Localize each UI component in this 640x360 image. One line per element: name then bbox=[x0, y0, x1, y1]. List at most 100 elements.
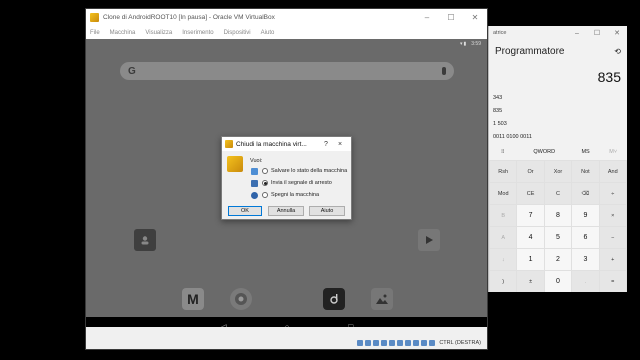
key-not[interactable]: Not bbox=[572, 161, 599, 182]
key-hex-a[interactable]: A bbox=[490, 227, 517, 248]
key-subtract[interactable]: − bbox=[599, 227, 626, 248]
calculator-title: atrice bbox=[493, 30, 507, 36]
close-icon[interactable]: × bbox=[333, 141, 347, 148]
close-icon[interactable]: ✕ bbox=[607, 29, 627, 37]
radio-save-state[interactable] bbox=[262, 168, 268, 174]
mic-icon[interactable] bbox=[442, 67, 446, 75]
shutdown-signal-icon bbox=[251, 179, 258, 187]
recording-icon[interactable] bbox=[413, 340, 420, 346]
desktop: Clone di AndroidROOT10 [In pausa] - Orac… bbox=[0, 0, 640, 360]
key-add[interactable]: + bbox=[599, 249, 626, 270]
menu-devices[interactable]: Dispositivi bbox=[224, 30, 251, 36]
music-app-icon[interactable] bbox=[323, 288, 345, 310]
maximize-icon[interactable]: ☐ bbox=[439, 9, 463, 26]
option-power-off[interactable]: Spegni la macchina bbox=[251, 190, 319, 200]
optical-drive-icon[interactable] bbox=[365, 340, 372, 346]
radio-shutdown-signal[interactable] bbox=[262, 180, 268, 186]
display-icon[interactable] bbox=[405, 340, 412, 346]
contacts-app-icon[interactable] bbox=[134, 229, 156, 251]
memory-button[interactable]: M˅ bbox=[599, 149, 627, 155]
virtualbox-app-icon bbox=[225, 140, 233, 148]
key-negate[interactable]: ± bbox=[517, 271, 544, 292]
mode-title: Programmatore bbox=[495, 45, 565, 57]
audio-icon[interactable] bbox=[373, 340, 380, 346]
menu-view[interactable]: Visualizza bbox=[145, 30, 172, 36]
mouse-integration-icon[interactable] bbox=[429, 340, 436, 346]
help-icon[interactable]: ? bbox=[319, 141, 333, 148]
key-c[interactable]: C bbox=[544, 183, 572, 204]
key-decimal[interactable]: . bbox=[572, 271, 599, 292]
play-store-app-icon[interactable] bbox=[418, 229, 440, 251]
gmail-app-icon[interactable]: M bbox=[182, 288, 204, 310]
photos-app-icon[interactable] bbox=[371, 288, 393, 310]
chrome-app-icon[interactable] bbox=[230, 288, 252, 310]
radix-hex-value[interactable]: 343 bbox=[493, 92, 627, 105]
menu-input[interactable]: Inserimento bbox=[182, 30, 213, 36]
dialog-body: Vuoi: Salvare lo stato della macchina In… bbox=[222, 151, 351, 221]
key-xor[interactable]: Xor bbox=[544, 161, 572, 182]
radix-dec-value[interactable]: 835 bbox=[493, 105, 627, 118]
key-7[interactable]: 7 bbox=[517, 205, 544, 226]
minimize-icon[interactable]: – bbox=[567, 30, 587, 37]
recents-icon[interactable]: □ bbox=[348, 322, 353, 327]
help-button[interactable]: Aiuto bbox=[309, 206, 345, 216]
key-divide[interactable]: ÷ bbox=[599, 183, 626, 204]
key-and[interactable]: And bbox=[599, 161, 626, 182]
dialog-titlebar: Chiudi la macchina virt... ? × bbox=[222, 137, 351, 151]
key-5[interactable]: 5 bbox=[544, 227, 572, 248]
menu-machine[interactable]: Macchina bbox=[110, 30, 136, 36]
calculator-display: 835 bbox=[489, 62, 627, 92]
maximize-icon[interactable]: ☐ bbox=[587, 29, 607, 37]
calculator-window: atrice – ☐ ✕ Programmatore ⟲ 835 343 835… bbox=[488, 26, 627, 292]
hdd-icon[interactable] bbox=[357, 340, 364, 346]
key-equals[interactable]: = bbox=[599, 271, 626, 292]
vbox-statusbar: CTRL (DESTRA) bbox=[86, 337, 487, 349]
back-icon[interactable]: ◁ bbox=[220, 322, 227, 328]
cpu-icon[interactable] bbox=[421, 340, 428, 346]
menu-file[interactable]: File bbox=[90, 30, 100, 36]
ok-button[interactable]: OK bbox=[228, 206, 262, 216]
key-2[interactable]: 2 bbox=[544, 249, 572, 270]
key-8[interactable]: 8 bbox=[544, 205, 572, 226]
host-key-label: CTRL (DESTRA) bbox=[439, 340, 481, 346]
key-6[interactable]: 6 bbox=[572, 227, 599, 248]
key-1[interactable]: 1 bbox=[517, 249, 544, 270]
key-hex-b[interactable]: B bbox=[490, 205, 517, 226]
word-size-button[interactable]: QWORD bbox=[517, 149, 572, 155]
google-search-bar[interactable]: G bbox=[120, 62, 454, 80]
key-ce[interactable]: CE bbox=[517, 183, 544, 204]
option-save-state-label: Salvare lo stato della macchina bbox=[271, 168, 348, 174]
key-shift[interactable]: ↓ bbox=[490, 249, 517, 270]
key-close-paren[interactable]: ) bbox=[490, 271, 517, 292]
memory-store-button[interactable]: MS bbox=[572, 149, 600, 155]
home-icon[interactable]: ○ bbox=[285, 322, 290, 327]
network-icon[interactable] bbox=[381, 340, 388, 346]
key-4[interactable]: 4 bbox=[517, 227, 544, 248]
bit-toggle-icon[interactable]: ⁞⁞ bbox=[489, 149, 517, 155]
vbox-window-title: Clone di AndroidROOT10 [In pausa] - Orac… bbox=[103, 14, 275, 21]
history-icon[interactable]: ⟲ bbox=[614, 47, 621, 56]
key-multiply[interactable]: × bbox=[599, 205, 626, 226]
menu-help[interactable]: Aiuto bbox=[261, 30, 275, 36]
option-save-state[interactable]: Salvare lo stato della macchina bbox=[251, 166, 347, 176]
radix-bin-value[interactable]: 0011 0100 0011 bbox=[493, 131, 627, 144]
option-shutdown-signal-label: Invia il segnale di arresto bbox=[271, 180, 332, 186]
shared-folders-icon[interactable] bbox=[397, 340, 404, 346]
close-icon[interactable]: ✕ bbox=[463, 9, 487, 26]
android-status-bar: ▾▮ 3:59 bbox=[86, 39, 487, 48]
option-shutdown-signal[interactable]: Invia il segnale di arresto bbox=[251, 178, 332, 188]
key-rsh[interactable]: Rsh bbox=[490, 161, 517, 182]
key-3[interactable]: 3 bbox=[572, 249, 599, 270]
dialog-title: Chiudi la macchina virt... bbox=[236, 140, 307, 148]
key-mod[interactable]: Mod bbox=[490, 183, 517, 204]
key-0[interactable]: 0 bbox=[544, 271, 572, 292]
radix-panel: 343 835 1 503 0011 0100 0011 bbox=[489, 92, 627, 144]
radix-oct-value[interactable]: 1 503 bbox=[493, 118, 627, 131]
minimize-icon[interactable]: – bbox=[415, 9, 439, 26]
usb-icon[interactable] bbox=[389, 340, 396, 346]
key-9[interactable]: 9 bbox=[572, 205, 599, 226]
key-backspace[interactable]: ⌫ bbox=[572, 183, 599, 204]
radio-power-off[interactable] bbox=[262, 192, 268, 198]
key-or[interactable]: Or bbox=[517, 161, 544, 182]
cancel-button[interactable]: Annulla bbox=[268, 206, 304, 216]
